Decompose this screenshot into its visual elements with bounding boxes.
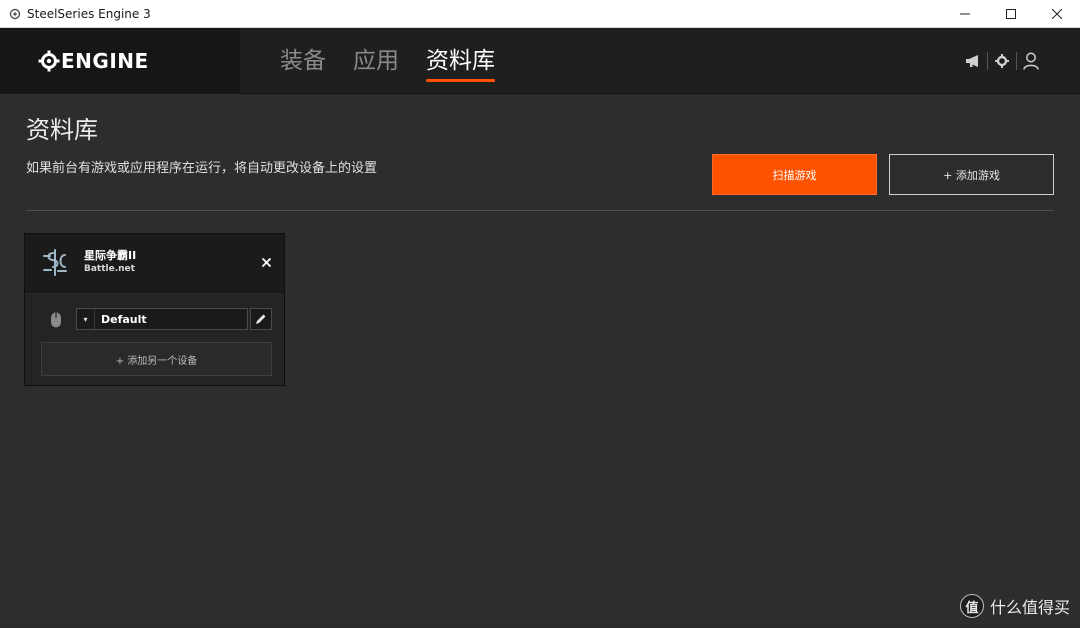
edit-profile-button[interactable] xyxy=(250,308,272,330)
settings-button[interactable] xyxy=(993,51,1011,71)
add-device-button[interactable]: + 添加另一个设备 xyxy=(41,342,272,376)
watermark-logo: 值 xyxy=(959,594,984,618)
starcraft-logo-icon xyxy=(43,249,67,276)
minimize-icon xyxy=(960,13,970,15)
section-divider xyxy=(26,210,1054,211)
game-card-body: ▾ Default + 添加另一个设备 xyxy=(25,293,284,385)
app-window: SteelSeries Engine 3 ENGINE 装备 应用 资料库 资料… xyxy=(0,0,1080,628)
game-title: 星际争霸II xyxy=(84,249,137,262)
tab-gear[interactable]: 装备 xyxy=(280,28,326,94)
minimize-button[interactable] xyxy=(942,0,988,28)
mouse-icon xyxy=(51,312,61,328)
app-header: ENGINE 装备 应用 资料库 xyxy=(0,28,1080,94)
close-icon xyxy=(1052,9,1062,19)
header-actions xyxy=(964,28,1040,94)
scan-games-button[interactable]: 扫描游戏 xyxy=(712,154,877,195)
watermark: 值 什么值得买 xyxy=(959,594,1070,618)
page-description: 如果前台有游戏或应用程序在运行，将自动更改设备上的设置 xyxy=(26,161,378,176)
megaphone-icon xyxy=(965,55,978,67)
remove-game-button[interactable] xyxy=(258,254,274,270)
window-controls xyxy=(942,0,1080,28)
game-card-header: 星际争霸II Battle.net xyxy=(25,234,284,292)
watermark-text: 什么值得买 xyxy=(989,598,1070,617)
header-separator xyxy=(1016,52,1017,70)
brand-logo[interactable]: ENGINE xyxy=(0,28,240,94)
steelseries-logo-icon xyxy=(9,8,21,19)
game-card: 星际争霸II Battle.net ▾ Default + 添加另一个设备 xyxy=(24,233,285,386)
chevron-down-icon: ▾ xyxy=(77,309,95,329)
maximize-icon xyxy=(1006,9,1016,19)
maximize-button[interactable] xyxy=(988,0,1034,28)
title-bar: SteelSeries Engine 3 xyxy=(0,0,1080,28)
close-window-button[interactable] xyxy=(1034,0,1080,28)
game-platform: Battle.net xyxy=(84,264,135,274)
gear-icon xyxy=(995,54,1009,68)
announcements-button[interactable] xyxy=(964,51,982,71)
profile-select[interactable]: ▾ Default xyxy=(76,308,248,330)
main-nav: 装备 应用 资料库 xyxy=(280,28,522,94)
user-icon xyxy=(1023,52,1039,70)
profile-select-value: Default xyxy=(101,312,147,326)
tab-library[interactable]: 资料库 xyxy=(426,28,495,94)
engine-logo-icon xyxy=(38,50,60,72)
tab-apps[interactable]: 应用 xyxy=(353,28,399,94)
add-game-button[interactable]: + 添加游戏 xyxy=(889,154,1054,195)
page-title: 资料库 xyxy=(26,116,98,144)
window-title: SteelSeries Engine 3 xyxy=(27,6,151,21)
header-separator xyxy=(987,52,988,70)
close-icon xyxy=(261,257,271,267)
account-button[interactable] xyxy=(1022,51,1040,71)
brand-name: ENGINE xyxy=(61,49,149,73)
pencil-icon xyxy=(256,314,266,324)
